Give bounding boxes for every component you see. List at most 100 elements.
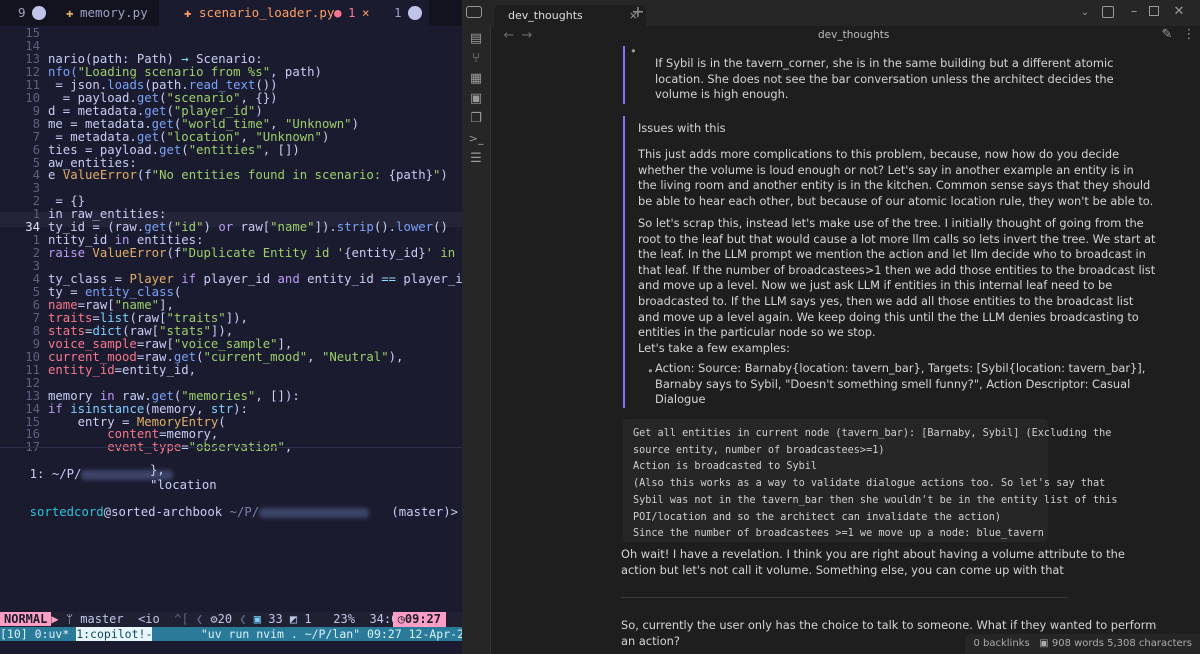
backlinks-count[interactable]: 0 backlinks [973,638,1029,649]
list-icon[interactable]: ☰ [466,152,486,166]
code-token: Player [129,272,174,287]
edit-icon[interactable]: ✎ [1157,28,1177,42]
more-options-icon[interactable]: ⋮ [1179,28,1199,42]
code-token: (memory, [144,401,211,416]
code-token: get [151,116,174,131]
shell-prompt[interactable]: sortedcord@sorted-archbook ~/P/ (master)… [0,488,458,519]
code-token: get [144,103,167,118]
code-token: ]), [225,310,248,325]
forward-arrow-icon[interactable]: → [517,29,537,43]
code-token: "Unknown" [284,116,352,131]
tab-scenario-loader-py[interactable]: scenario_loader.py [199,0,334,26]
status-clock: ◷09:27 [392,612,446,627]
code-token: entity_class [85,285,174,299]
code-token: raise [48,246,93,261]
code-token: if [173,272,204,287]
code-token: =raw. [136,349,174,364]
code-token: isinstance [70,401,145,416]
calendar-icon[interactable]: ▣ [466,92,486,106]
tmux-window-0[interactable]: 0:uv* [35,627,70,641]
grid-icon[interactable]: ▦ [466,72,486,86]
hint-icon: ◩ [289,612,298,626]
chevron-down-icon[interactable]: ⌄ [1075,6,1095,20]
code-token: in raw_entities: [48,207,167,222]
split-view-icon[interactable] [1102,6,1114,18]
terminal-icon[interactable]: >_ [466,132,486,146]
minimize-icon[interactable]: – [1124,5,1144,19]
code-token: ], [277,336,293,351]
code-token: , [307,349,322,364]
view-header: ← → dev_thoughts ✎ ⋮ [491,26,1200,46]
bullet-dot: • [647,364,654,378]
back-arrow-icon[interactable]: ← [499,29,519,43]
pane-divider [0,447,462,448]
code-token: ValueError [62,168,137,183]
window-icon [32,6,46,20]
code-token: me = metadata. [48,116,152,131]
code-token: "Neutral" [321,349,389,364]
code-token: () [433,220,448,235]
new-tab-icon[interactable]: + [628,4,648,20]
code-token: "id" [173,220,204,235]
code-token: (raw[ [122,323,160,338]
char-count: 5,308 characters [1107,638,1192,649]
tmux-command: "uv run nvim . ~/P/lan" [200,627,361,641]
code-token: ty_class = [48,272,130,287]
code-token: ) [351,116,359,131]
code-token: "stats" [159,323,211,338]
tabs-icon [408,6,422,20]
python-icon: ✚ [66,5,74,20]
terminal-pane[interactable]: 9 ✚ memory.py ✚ scenario_loader.py ● 1 ×… [0,0,462,654]
tab-count: 1 [394,5,402,20]
tmux-statusbar: [10] 0:uv* 1:copilot!- "uv run nvim . ~/… [0,627,462,641]
code-token: ( [166,103,174,118]
code-token: "name" [114,297,160,312]
code-token: =memory, [159,427,219,442]
maximize-icon[interactable] [1149,6,1159,16]
code-token: ValueError [92,246,167,261]
code-token: (path. [144,77,189,92]
code-token: traits [48,310,93,325]
code-token: lower [396,220,434,235]
note-content[interactable]: • If Sybil is in the tavern_corner, she … [491,46,1200,654]
code-token: ( [173,285,182,299]
graph-icon[interactable]: ⑂ [466,52,486,66]
code-token: ty = [48,285,86,299]
file-icon[interactable]: ▤ [466,32,486,46]
code-token: name [48,297,78,312]
code-token: {path} [388,168,434,183]
code-token: read_text [188,77,256,92]
code-token: , []): [255,388,300,403]
code-token: ( [181,142,189,157]
code-token: == [381,272,396,287]
code-token: loads [107,77,145,92]
tmux-window-1[interactable]: 1:copilot!- [76,627,153,641]
view-title: dev_thoughts [818,29,890,41]
left-ribbon: ▤ ⑂ ▦ ▣ ❐ >_ ☰ [462,26,491,654]
code-token: "Unknown" [255,129,322,144]
pane-number: 9 [18,5,26,20]
sidebar-toggle-icon[interactable] [466,6,482,18]
code-token: get [136,129,160,144]
copy-icon[interactable]: ❐ [466,112,486,126]
close-window-icon[interactable]: ✕ [1169,5,1189,19]
code-token: get [136,90,160,105]
code-token: = payload. [48,90,137,105]
code-token: if [48,401,71,416]
code-token: MemoryEntry [136,414,219,429]
horizontal-rule [621,597,1068,598]
code-token: "voice_sample" [173,336,278,351]
tab-memory-py[interactable]: memory.py [80,0,148,26]
warn-icon: ⚙ [210,612,218,626]
code-token: "name" [270,220,315,235]
tab-close-icon[interactable]: × [362,0,370,26]
code-token: content [48,427,160,442]
file-indicator: <io [138,612,160,626]
code-token: ) [203,220,219,235]
code-token: , [270,116,285,131]
note-tab[interactable]: dev_thoughts × [494,5,646,26]
issues-heading: Issues with this [638,121,726,135]
code-token: dict [92,323,123,338]
code-token: entry = [48,414,137,429]
code-token: "world_time" [181,116,271,131]
